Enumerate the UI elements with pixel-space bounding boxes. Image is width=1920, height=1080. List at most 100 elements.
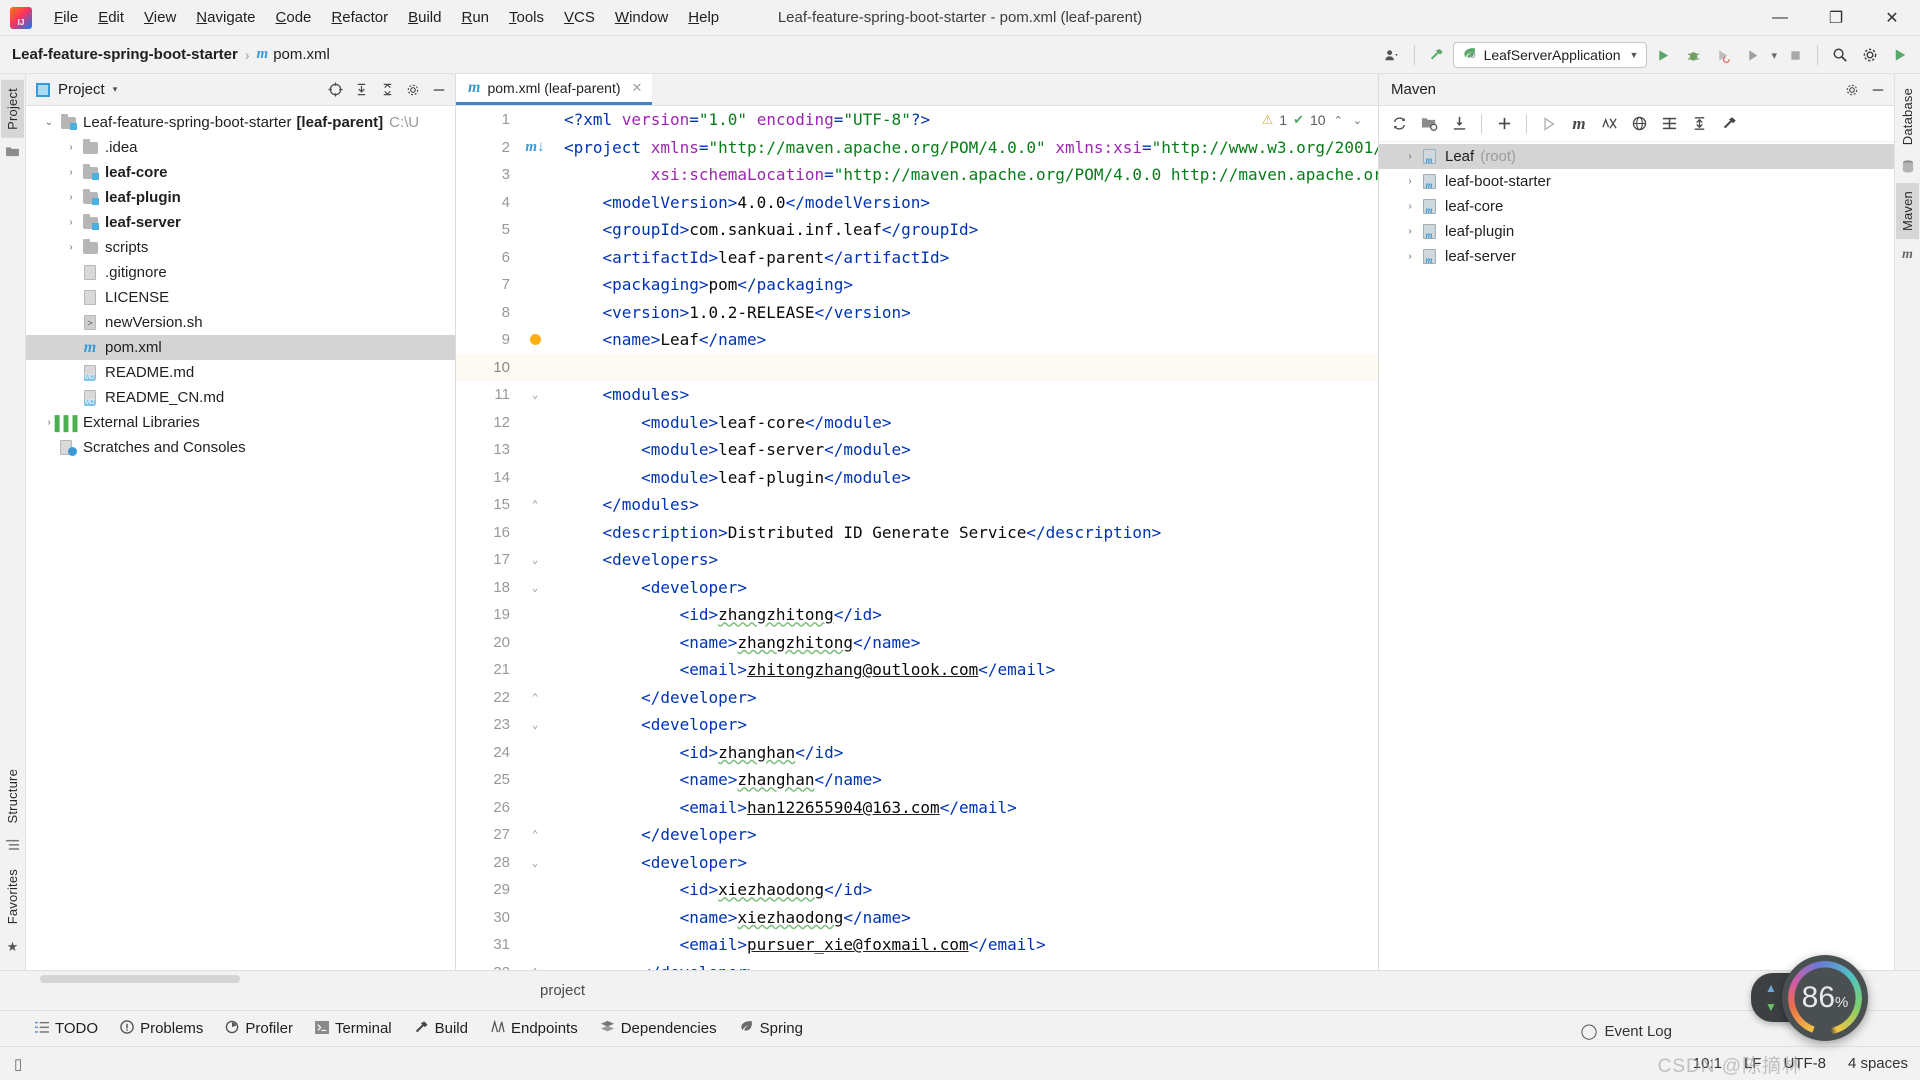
code-line-9[interactable]: 9 <name>Leaf</name> <box>456 326 1378 354</box>
code-line-14[interactable]: 14 <module>leaf-plugin</module> <box>456 464 1378 492</box>
code-line-32[interactable]: 32⌃ </developer> <box>456 959 1378 971</box>
gutter-mark[interactable] <box>514 334 556 345</box>
code-line-10[interactable]: 10 <box>456 354 1378 382</box>
maven-expander-icon[interactable]: › <box>1401 176 1419 187</box>
expand-all-icon[interactable] <box>349 78 373 102</box>
show-dependencies-icon[interactable] <box>1655 111 1683 137</box>
indent-setting[interactable]: 4 spaces <box>1848 1055 1908 1072</box>
tree-item-external-libraries[interactable]: ›▌▌▌External Libraries <box>26 410 455 435</box>
tree-item-readme-cn-md[interactable]: ›MDREADME_CN.md <box>26 385 455 410</box>
menu-refactor[interactable]: Refactor <box>321 5 398 30</box>
tree-expander-icon[interactable]: › <box>62 342 80 353</box>
code-line-6[interactable]: 6 <artifactId>leaf-parent</artifactId> <box>456 244 1378 272</box>
code-line-28[interactable]: 28⌄ <developer> <box>456 849 1378 877</box>
tree-expander-icon[interactable]: › <box>62 142 80 153</box>
code-line-13[interactable]: 13 <module>leaf-server</module> <box>456 436 1378 464</box>
tree-expander-icon[interactable]: › <box>62 367 80 378</box>
menu-view[interactable]: View <box>134 5 186 30</box>
gutter-mark[interactable]: ⌄ <box>514 718 556 731</box>
code-line-25[interactable]: 25 <name>zhanghan</name> <box>456 766 1378 794</box>
lock-icon[interactable]: ▯ <box>14 1055 22 1073</box>
tree-expander-icon[interactable]: › <box>62 217 80 228</box>
event-log-button[interactable]: ◯ Event Log <box>1581 1022 1672 1040</box>
chevron-down-icon[interactable]: ▼ <box>1630 50 1639 60</box>
scroll-from-source-icon[interactable] <box>323 78 347 102</box>
execute-maven-goal-icon[interactable]: m <box>1565 111 1593 137</box>
minimize-button[interactable]: — <box>1752 0 1808 36</box>
tree-expander-icon[interactable]: › <box>40 442 58 453</box>
code-lines[interactable]: 1<?xml version="1.0" encoding="UTF-8"?> 2… <box>456 106 1378 970</box>
maven-item-leaf-plugin[interactable]: ›leaf-plugin <box>1379 219 1894 244</box>
run-goal-icon[interactable] <box>1535 111 1563 137</box>
sidebar-item-database[interactable]: Database <box>1896 80 1919 153</box>
gutter-mark[interactable]: ⌃ <box>514 498 556 511</box>
gutter-mark[interactable]: ⌃ <box>514 691 556 704</box>
code-line-7[interactable]: 7 <packaging>pom</packaging> <box>456 271 1378 299</box>
run-with-coverage-button[interactable] <box>1709 41 1737 69</box>
close-icon[interactable]: ✕ <box>632 80 643 96</box>
code-line-31[interactable]: 31 <email>pursuer_xie@foxmail.com</email… <box>456 931 1378 959</box>
menu-run[interactable]: Run <box>451 5 499 30</box>
tree-expander-icon[interactable]: › <box>62 292 80 303</box>
structure-icon[interactable] <box>6 839 19 854</box>
search-icon[interactable] <box>1826 41 1854 69</box>
updates-icon[interactable] <box>1886 41 1914 69</box>
user-icon[interactable] <box>1378 41 1406 69</box>
gutter-mark[interactable]: ⌄ <box>514 553 556 566</box>
maven-item-leaf-server[interactable]: ›leaf-server <box>1379 244 1894 269</box>
tool-window-button-problems[interactable]: Problems <box>111 1017 212 1040</box>
tree-expander-icon[interactable]: › <box>62 242 80 253</box>
code-line-27[interactable]: 27⌃ </developer> <box>456 821 1378 849</box>
add-maven-project-icon[interactable] <box>1490 111 1518 137</box>
code-line-21[interactable]: 21 <email>zhitongzhang@outlook.com</emai… <box>456 656 1378 684</box>
tree-expander-icon[interactable]: › <box>62 192 80 203</box>
code-line-17[interactable]: 17⌄ <developers> <box>456 546 1378 574</box>
maximize-button[interactable]: ❐ <box>1808 0 1864 36</box>
tree-item--idea[interactable]: ›.idea <box>26 135 455 160</box>
gutter-mark[interactable]: ⌄ <box>514 581 556 594</box>
hide-panel-icon[interactable] <box>427 78 451 102</box>
hammer-icon[interactable] <box>1423 41 1451 69</box>
gear-icon[interactable] <box>1856 41 1884 69</box>
run-button[interactable] <box>1649 41 1677 69</box>
maven-item-leaf[interactable]: ›Leaf(root) <box>1379 144 1894 169</box>
tree-expander-icon[interactable]: › <box>62 167 80 178</box>
menu-tools[interactable]: Tools <box>499 5 554 30</box>
maven-settings-icon[interactable] <box>1715 111 1743 137</box>
previous-problem-icon[interactable]: ⌃ <box>1332 114 1345 127</box>
code-line-12[interactable]: 12 <module>leaf-core</module> <box>456 409 1378 437</box>
sidebar-item-project[interactable]: Project <box>1 80 24 138</box>
inspection-widget[interactable]: ⚠ 1 ✔ 10 ⌃ ⌄ <box>1262 112 1364 128</box>
code-line-26[interactable]: 26 <email>han122655904@163.com</email> <box>456 794 1378 822</box>
gutter-mark[interactable]: m↓ <box>514 139 556 156</box>
tool-window-button-profiler[interactable]: Profiler <box>216 1017 302 1040</box>
collapse-all-icon[interactable] <box>375 78 399 102</box>
sidebar-item-favorites[interactable]: Favorites <box>1 861 24 932</box>
maven-gutter-icon[interactable]: m↓ <box>525 139 544 156</box>
tree-expander-icon[interactable]: › <box>62 267 80 278</box>
gutter-mark[interactable]: ⌄ <box>514 856 556 869</box>
memory-gauge[interactable]: 86% <box>1782 955 1868 1041</box>
code-line-30[interactable]: 30 <name>xiezhaodong</name> <box>456 904 1378 932</box>
code-line-8[interactable]: 8 <version>1.0.2-RELEASE</version> <box>456 299 1378 327</box>
reload-projects-icon[interactable] <box>1385 111 1413 137</box>
tool-window-button-build[interactable]: Build <box>405 1017 477 1040</box>
code-line-23[interactable]: 23⌄ <developer> <box>456 711 1378 739</box>
maven-expander-icon[interactable]: › <box>1401 251 1419 262</box>
gear-icon[interactable] <box>401 78 425 102</box>
menu-window[interactable]: Window <box>605 5 678 30</box>
network-memory-widget[interactable]: ▲ 0 K/s ▼ 0 K/s 86% <box>1751 973 1864 1022</box>
tree-item-license[interactable]: ›LICENSE <box>26 285 455 310</box>
generate-sources-icon[interactable] <box>1415 111 1443 137</box>
run-configuration-selector[interactable]: LeafServerApplication ▼ <box>1453 42 1648 68</box>
code-line-1[interactable]: 1<?xml version="1.0" encoding="UTF-8"?> <box>456 106 1378 134</box>
stop-button[interactable] <box>1781 41 1809 69</box>
tree-item-pom-xml[interactable]: ›mpom.xml <box>26 335 455 360</box>
tree-item-readme-md[interactable]: ›MDREADME.md <box>26 360 455 385</box>
gear-icon[interactable] <box>1840 78 1864 102</box>
menu-file[interactable]: File <box>44 5 88 30</box>
editor-tab-pom-xml[interactable]: m pom.xml (leaf-parent) ✕ <box>456 73 652 105</box>
chevron-down-icon[interactable]: ▾ <box>113 84 118 95</box>
expand-all-icon[interactable] <box>1685 111 1713 137</box>
code-line-22[interactable]: 22⌃ </developer> <box>456 684 1378 712</box>
